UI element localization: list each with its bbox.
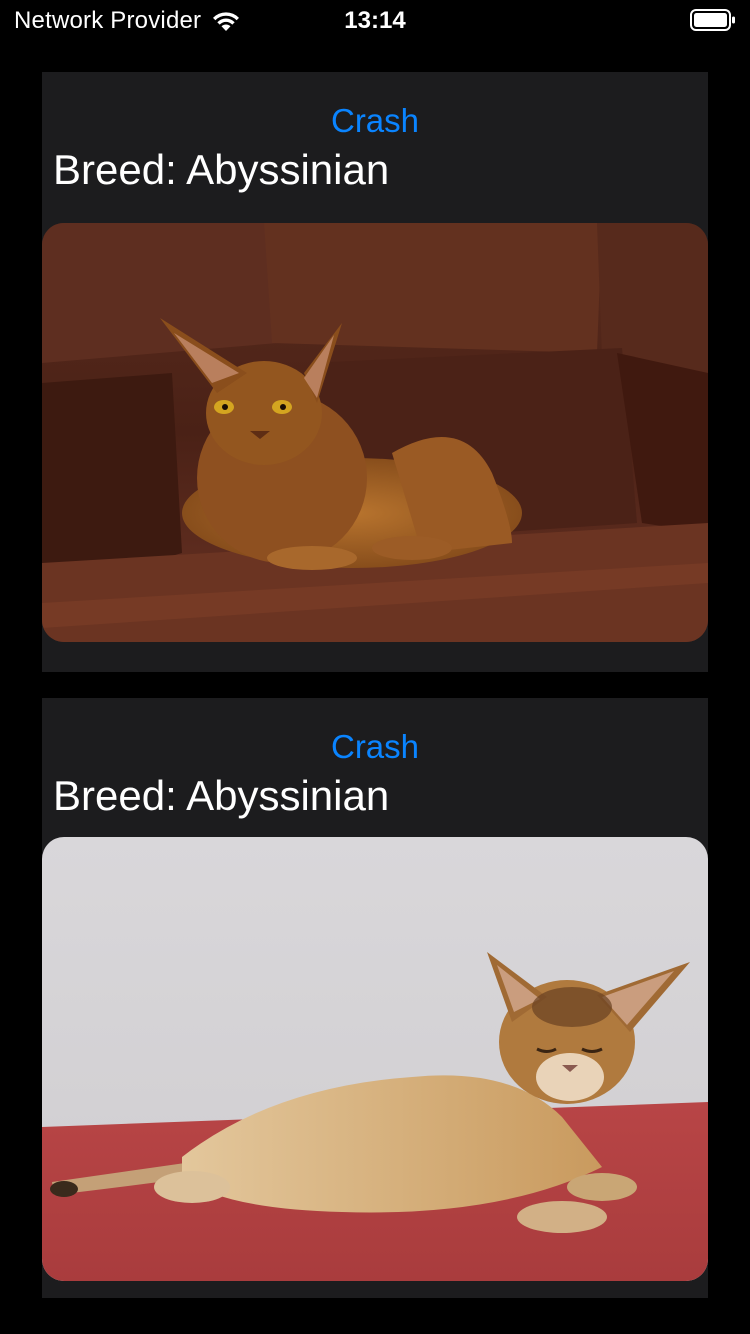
battery-icon — [690, 9, 736, 31]
crash-button[interactable]: Crash — [42, 102, 708, 140]
app-screen: Network Provider 13:14 Crash Breed: Abys… — [0, 0, 750, 1334]
cat-card: Crash Breed: Abyssinian — [42, 72, 708, 672]
crash-button[interactable]: Crash — [42, 728, 708, 766]
status-time: 13:14 — [344, 7, 406, 34]
breed-label: Breed: Abyssinian — [53, 146, 390, 193]
breed-label: Breed: Abyssinian — [53, 772, 390, 819]
cat-photo — [42, 837, 708, 1281]
cat-card: Crash Breed: Abyssinian — [42, 698, 708, 1298]
cat-photo — [42, 223, 708, 642]
status-bar: Network Provider 13:14 — [0, 0, 750, 40]
